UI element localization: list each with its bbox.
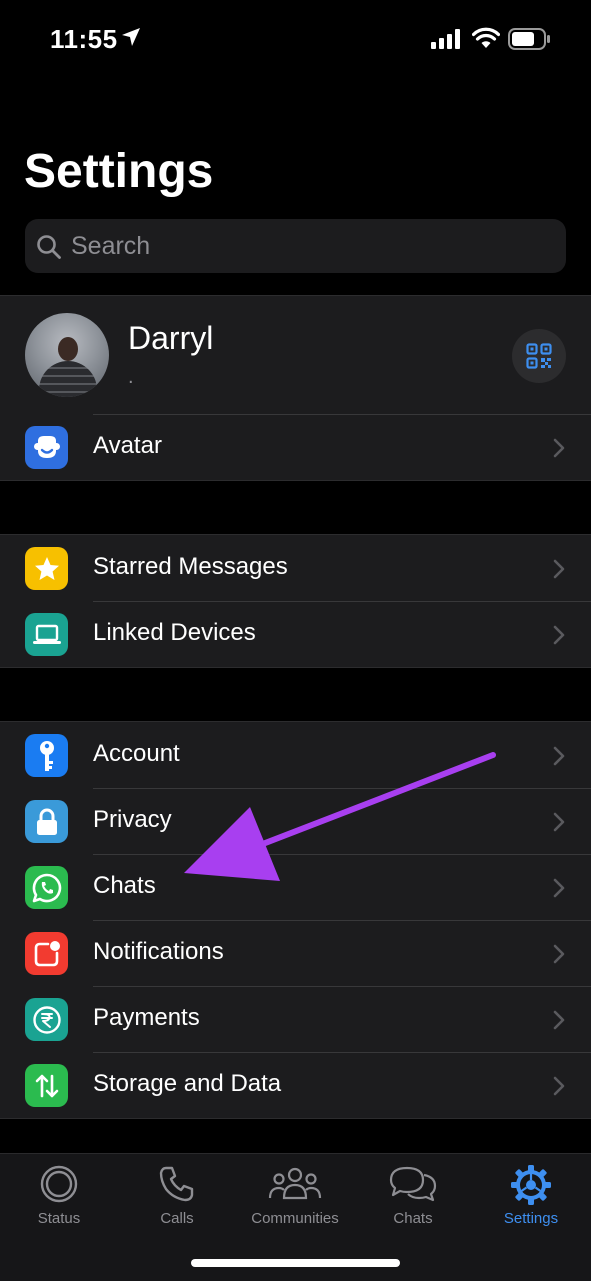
- settings-item-label: Notifications: [93, 938, 224, 965]
- phone-icon: [159, 1166, 194, 1202]
- chat-bubbles-icon: [389, 1166, 437, 1202]
- settings-item-avatar[interactable]: Avatar: [0, 414, 591, 480]
- status-ring-icon: [40, 1165, 78, 1203]
- key-icon: [25, 734, 68, 777]
- location-arrow-icon: [122, 28, 140, 46]
- settings-item-starred-messages[interactable]: Starred Messages: [0, 535, 591, 601]
- status-time: 11:55: [50, 24, 118, 54]
- tab-label: Settings: [503, 1210, 559, 1227]
- chevron-right-icon: [553, 625, 565, 645]
- settings-item-notifications[interactable]: Notifications: [0, 920, 591, 986]
- annotation-arrow: [184, 752, 496, 881]
- up-down-arrows-icon: [25, 1064, 68, 1107]
- profile-name: Darryl: [128, 320, 214, 356]
- settings-item-label: Starred Messages: [93, 553, 288, 580]
- profile-status: .: [128, 366, 134, 388]
- rupee-icon: [25, 998, 68, 1041]
- cellular-signal-icon: [431, 29, 460, 49]
- whatsapp-icon: [25, 866, 68, 909]
- star-icon: [25, 547, 68, 590]
- chevron-right-icon: [553, 944, 565, 964]
- chevron-right-icon: [553, 559, 565, 579]
- qr-code-icon: [526, 343, 552, 369]
- wifi-icon: [472, 27, 500, 48]
- settings-item-linked-devices[interactable]: Linked Devices: [0, 601, 591, 667]
- search-input[interactable]: Search: [25, 219, 566, 273]
- profile-group: Darryl . Avatar: [0, 295, 591, 481]
- settings-item-label: Avatar: [93, 432, 162, 459]
- tab-chats[interactable]: Chats: [354, 1154, 472, 1244]
- tab-communities[interactable]: Communities: [236, 1154, 354, 1244]
- gear-icon: [511, 1165, 551, 1205]
- home-indicator: [191, 1259, 400, 1267]
- search-icon: [37, 235, 61, 259]
- settings-item-label: Privacy: [93, 806, 172, 833]
- settings-item-label: Account: [93, 740, 180, 767]
- tab-label: Calls: [160, 1210, 194, 1227]
- settings-item-label: Linked Devices: [93, 619, 256, 646]
- profile-photo: [25, 313, 109, 397]
- lock-icon: [25, 800, 68, 843]
- laptop-icon: [25, 613, 68, 656]
- settings-item-label: Storage and Data: [93, 1070, 282, 1097]
- chevron-right-icon: [553, 746, 565, 766]
- chevron-right-icon: [553, 812, 565, 832]
- tab-status[interactable]: Status: [0, 1154, 118, 1244]
- page-title: Settings: [24, 145, 214, 198]
- chevron-right-icon: [553, 1010, 565, 1030]
- settings-item-storage-and-data[interactable]: Storage and Data: [0, 1052, 591, 1118]
- tab-calls[interactable]: Calls: [118, 1154, 236, 1244]
- settings-item-payments[interactable]: Payments: [0, 986, 591, 1052]
- avatar-face-icon: [25, 426, 68, 469]
- settings-item-label: Payments: [93, 1004, 200, 1031]
- tools-group: Starred Messages Linked Devices: [0, 534, 591, 668]
- battery-icon: [508, 28, 550, 50]
- chevron-right-icon: [553, 438, 565, 458]
- qr-code-button[interactable]: [512, 329, 566, 383]
- tab-label: Status: [37, 1210, 81, 1227]
- tab-settings[interactable]: Settings: [472, 1154, 590, 1244]
- people-icon: [268, 1167, 322, 1200]
- tab-label: Communities: [251, 1210, 339, 1227]
- chevron-right-icon: [553, 1076, 565, 1096]
- profile-row[interactable]: Darryl .: [0, 296, 591, 414]
- notification-badge-icon: [25, 932, 68, 975]
- search-placeholder: Search: [71, 232, 151, 260]
- chevron-right-icon: [553, 878, 565, 898]
- settings-item-label: Chats: [93, 872, 156, 899]
- tab-label: Chats: [393, 1210, 433, 1227]
- status-bar: 11:55: [0, 0, 591, 80]
